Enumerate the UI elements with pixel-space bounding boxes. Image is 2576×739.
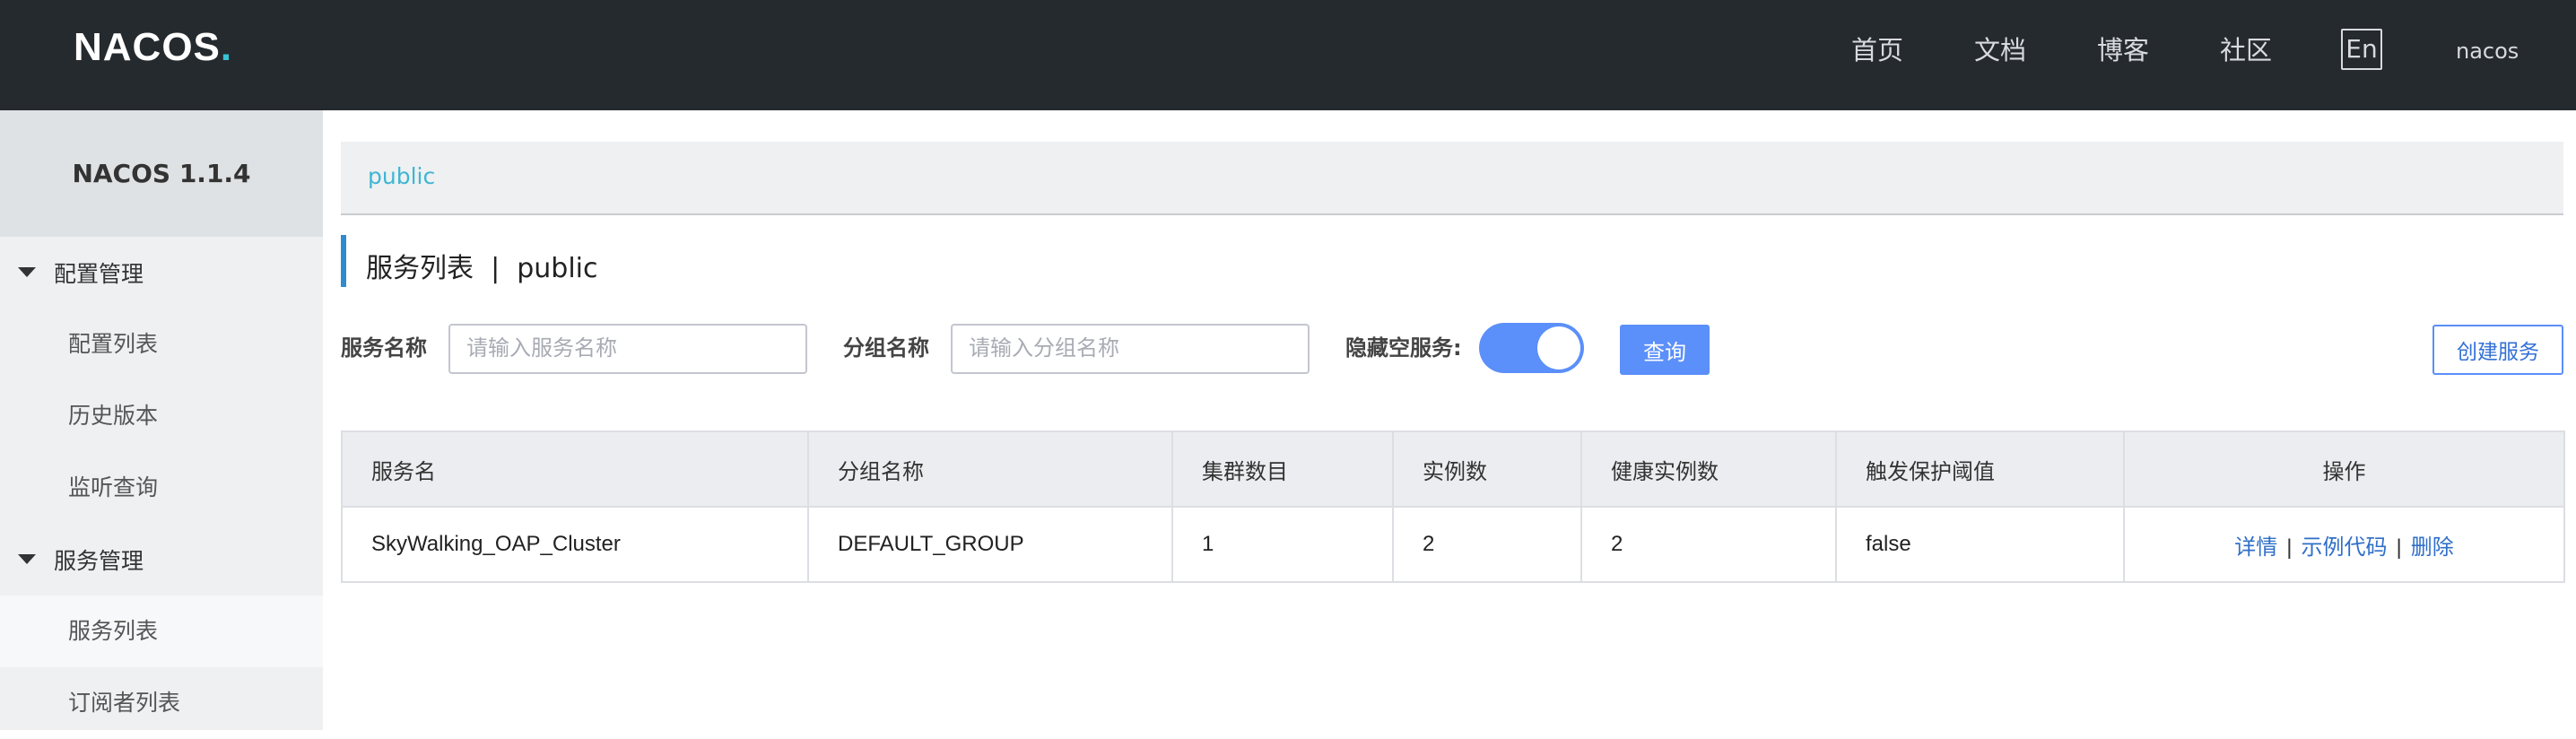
sidebar-item-label: 配置列表 <box>68 331 159 357</box>
sidebar-group-label: 配置管理 <box>54 261 144 287</box>
nav-home[interactable]: 首页 <box>1851 34 1903 66</box>
cell-healthy-instance-count: 2 <box>1580 506 1837 583</box>
version-title: NACOS 1.1.4 <box>0 110 323 237</box>
logo-dot: . <box>220 25 233 69</box>
sidebar-item-subscriber-list[interactable]: 订阅者列表 <box>0 667 323 739</box>
separator: | <box>2286 535 2293 560</box>
column-header: 服务名 <box>341 430 809 508</box>
top-navbar: NACOS. 首页 文档 博客 社区 En nacos <box>0 0 2576 110</box>
hide-empty-label: 隐藏空服务: <box>1345 335 1462 361</box>
sample-code-link[interactable]: 示例代码 <box>2302 535 2388 560</box>
sidebar-item-listener-query[interactable]: 监听查询 <box>0 452 323 524</box>
group-name-label: 分组名称 <box>843 335 929 361</box>
sidebar-item-label: 历史版本 <box>68 403 159 429</box>
page-title: 服务列表 | public <box>341 235 879 287</box>
column-header: 实例数 <box>1392 430 1582 508</box>
sidebar-group-label: 服务管理 <box>54 548 144 574</box>
sidebar-item-label: 订阅者列表 <box>68 690 181 716</box>
sidebar-item-service-list[interactable]: 服务列表 <box>0 596 323 667</box>
cell-protect-threshold: false <box>1835 506 2125 583</box>
sidebar-group-service-management[interactable]: 服务管理 <box>0 524 323 596</box>
cell-instance-count: 2 <box>1392 506 1582 583</box>
service-name-label: 服务名称 <box>341 335 427 361</box>
sidebar-item-label: 监听查询 <box>68 474 159 500</box>
separator: | <box>2396 535 2402 560</box>
query-button[interactable]: 查询 <box>1620 325 1710 375</box>
cell-actions: 详情 | 示例代码 | 删除 <box>2123 506 2565 583</box>
user-name[interactable]: nacos <box>2456 38 2519 65</box>
cell-service-name: SkyWalking_OAP_Cluster <box>341 506 809 583</box>
sidebar-item-config-list[interactable]: 配置列表 <box>0 309 323 380</box>
group-name-input[interactable] <box>951 324 1310 374</box>
sidebar-item-history[interactable]: 历史版本 <box>0 380 323 452</box>
sidebar: NACOS 1.1.4 配置管理 配置列表 历史版本 监听查询 服务管理 服务列… <box>0 110 323 730</box>
nav-blog[interactable]: 博客 <box>2097 34 2149 66</box>
nav-community[interactable]: 社区 <box>2220 34 2272 66</box>
service-name-input[interactable] <box>448 324 807 374</box>
column-header: 健康实例数 <box>1580 430 1837 508</box>
language-switch-button[interactable]: En <box>2341 29 2382 70</box>
create-service-button[interactable]: 创建服务 <box>2432 325 2563 375</box>
page-title-text: 服务列表 | public <box>366 253 598 284</box>
service-table: 服务名 分组名称 集群数目 实例数 健康实例数 触发保护阈值 操作 SkyWal… <box>341 430 2565 583</box>
detail-link[interactable]: 详情 <box>2234 535 2277 560</box>
toggle-knob <box>1537 326 1580 370</box>
sidebar-group-config-management[interactable]: 配置管理 <box>0 237 323 309</box>
caret-down-icon <box>18 267 36 277</box>
sidebar-item-label: 服务列表 <box>68 618 159 644</box>
column-header: 触发保护阈值 <box>1835 430 2125 508</box>
cell-group-name: DEFAULT_GROUP <box>807 506 1173 583</box>
column-header: 集群数目 <box>1171 430 1394 508</box>
namespace-bar: public <box>341 142 2563 215</box>
column-header: 分组名称 <box>807 430 1173 508</box>
table-header-row: 服务名 分组名称 集群数目 实例数 健康实例数 触发保护阈值 操作 <box>341 430 2565 508</box>
column-header: 操作 <box>2123 430 2565 508</box>
nacos-logo[interactable]: NACOS. <box>74 25 232 70</box>
hide-empty-toggle[interactable] <box>1479 323 1584 373</box>
table-row: SkyWalking_OAP_Cluster DEFAULT_GROUP 1 2… <box>341 506 2565 583</box>
namespace-link-public[interactable]: public <box>368 163 435 189</box>
logo-text: NACOS <box>74 25 221 69</box>
nav-docs[interactable]: 文档 <box>1974 34 2026 66</box>
delete-link[interactable]: 删除 <box>2411 535 2454 560</box>
caret-down-icon <box>18 554 36 564</box>
cell-cluster-count: 1 <box>1171 506 1394 583</box>
